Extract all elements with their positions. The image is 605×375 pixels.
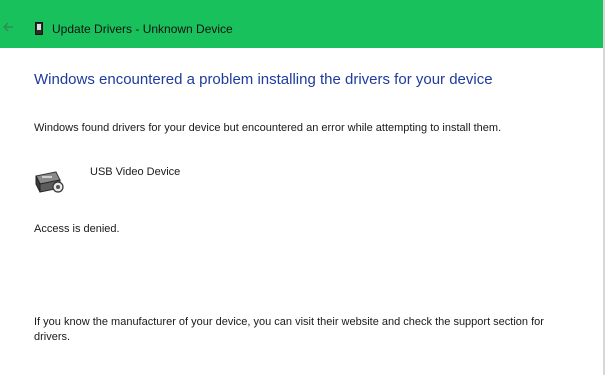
- title-bar: Update Drivers - Unknown Device: [0, 0, 605, 48]
- error-description: Windows found drivers for your device bu…: [34, 122, 502, 134]
- back-arrow-icon[interactable]: [1, 20, 15, 34]
- error-heading: Windows encountered a problem installing…: [34, 71, 493, 88]
- help-text: If you know the manufacturer of your dev…: [34, 316, 544, 343]
- device-name: USB Video Device: [90, 166, 181, 178]
- webcam-icon: [35, 171, 64, 193]
- device-manager-icon: [35, 22, 43, 35]
- error-message: Access is denied.: [34, 223, 120, 235]
- window-title: Update Drivers - Unknown Device: [52, 22, 233, 36]
